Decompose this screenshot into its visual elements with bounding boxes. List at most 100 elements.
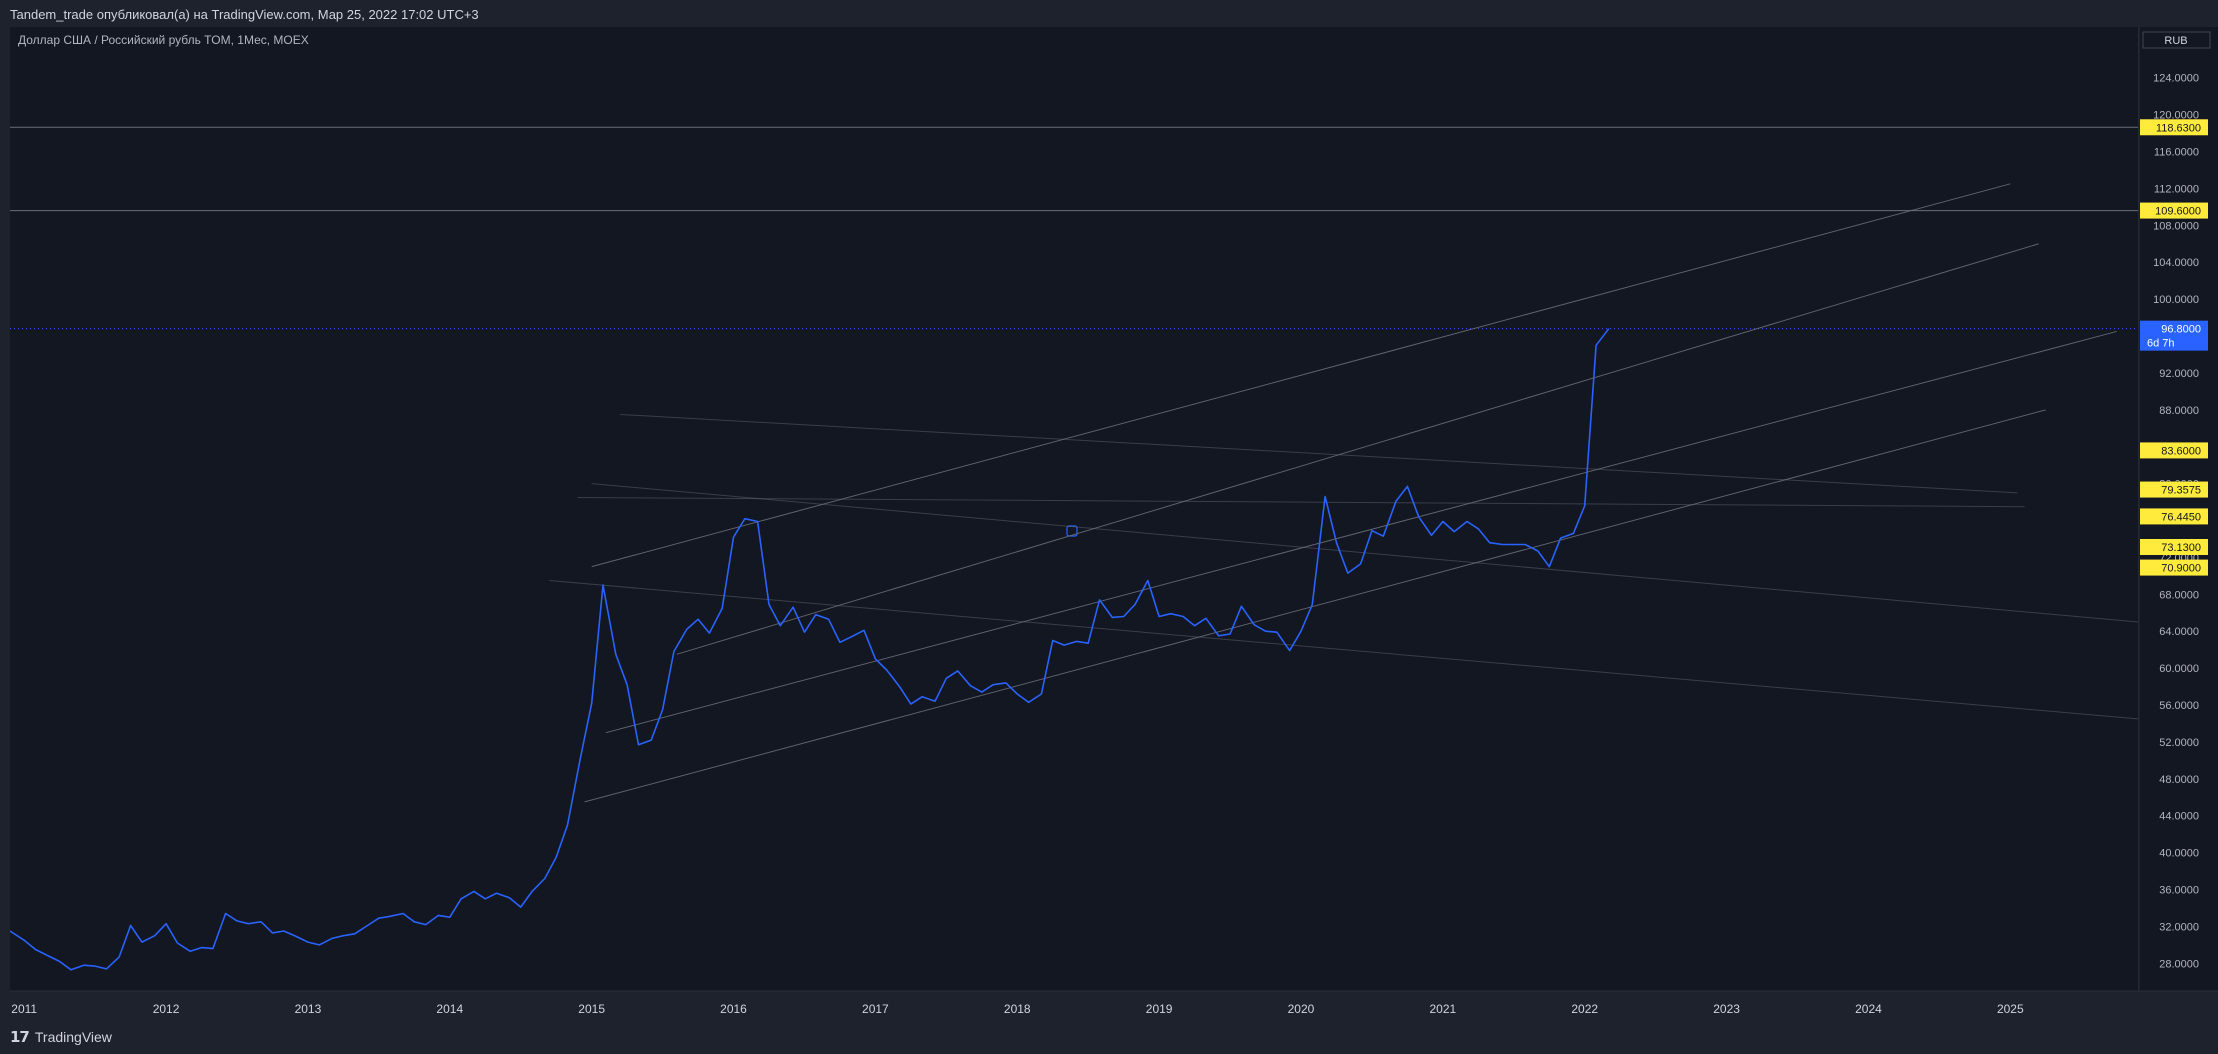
price-point	[1607, 327, 1610, 330]
price-point	[661, 708, 664, 711]
price-point	[566, 823, 569, 826]
price-point	[105, 967, 108, 970]
x-tick-label: 2012	[153, 1002, 180, 1016]
chart-container[interactable]: Доллар США / Российский рубль TOM, 1Мес,…	[9, 27, 2218, 1027]
y-tick-label: 32.0000	[2159, 921, 2199, 933]
tradingview-logo-icon: 𝟭𝟳	[10, 1029, 30, 1046]
price-point	[743, 517, 746, 520]
price-point	[1395, 500, 1398, 503]
price-point	[1453, 530, 1456, 533]
currency-button-label[interactable]: RUB	[2164, 35, 2187, 47]
price-point	[685, 628, 688, 631]
price-point	[1524, 543, 1527, 546]
price-point	[70, 968, 73, 971]
level-badge[interactable]: 73.1300	[2161, 542, 2201, 554]
price-point	[721, 607, 724, 610]
price-chart[interactable]: Доллар США / Российский рубль TOM, 1Мес,…	[9, 27, 2218, 1027]
price-point	[424, 923, 427, 926]
price-point	[1169, 612, 1172, 615]
price-point	[992, 683, 995, 686]
y-tick-label: 56.0000	[2159, 700, 2199, 712]
price-point	[306, 941, 309, 944]
price-point	[389, 915, 392, 918]
price-point	[437, 914, 440, 917]
horizontal-level-badge[interactable]: 109.6000	[2155, 206, 2201, 218]
price-point	[1335, 541, 1338, 544]
price-point	[792, 606, 795, 609]
price-point	[779, 624, 782, 627]
x-tick-label: 2022	[1571, 1002, 1598, 1016]
price-point	[295, 935, 298, 938]
price-point	[1146, 579, 1149, 582]
y-tick-label: 64.0000	[2159, 626, 2199, 638]
price-point	[47, 954, 50, 957]
x-tick-label: 2015	[578, 1002, 605, 1016]
price-point	[118, 955, 121, 958]
brand[interactable]: 𝟭𝟳 TradingView	[10, 1028, 112, 1046]
price-point	[401, 912, 404, 915]
price-point	[1382, 535, 1385, 538]
price-point	[555, 856, 558, 859]
x-tick-label: 2021	[1430, 1002, 1457, 1016]
y-tick-label: 124.0000	[2153, 73, 2199, 85]
price-point	[1477, 527, 1480, 530]
price-point	[1465, 520, 1468, 523]
level-badge[interactable]: 76.4450	[2161, 511, 2201, 523]
price-point	[342, 934, 345, 937]
price-point	[1111, 616, 1114, 619]
last-price-countdown[interactable]: 6d 7h	[2147, 338, 2175, 350]
price-point	[933, 700, 936, 703]
level-badge[interactable]: 70.9000	[2161, 563, 2201, 575]
price-point	[1572, 532, 1575, 535]
price-point	[1264, 630, 1267, 633]
level-badge[interactable]: 79.3575	[2161, 485, 2201, 497]
price-point	[708, 632, 711, 635]
price-point	[1204, 617, 1207, 620]
price-point	[94, 965, 97, 968]
price-point	[1087, 642, 1090, 645]
price-point	[282, 930, 285, 933]
price-point	[898, 685, 901, 688]
currency-button[interactable]: RUB	[2142, 31, 2211, 49]
price-point	[1583, 504, 1586, 507]
price-point	[637, 743, 640, 746]
price-point	[1430, 534, 1433, 537]
publisher-line: Tandem_trade опубликовал(а) на TradingVi…	[10, 7, 479, 22]
price-point	[448, 916, 451, 919]
level-badge[interactable]: 83.6000	[2161, 445, 2201, 457]
price-point	[1016, 692, 1019, 695]
brand-name: TradingView	[34, 1029, 112, 1045]
price-point	[1098, 598, 1101, 601]
plot-background	[10, 27, 2138, 991]
price-point	[260, 920, 263, 923]
price-point	[909, 703, 912, 706]
price-point	[224, 912, 227, 915]
price-point	[1193, 624, 1196, 627]
price-point	[827, 618, 830, 621]
price-point	[885, 668, 888, 671]
price-point	[814, 613, 817, 616]
price-point	[969, 684, 972, 687]
price-point	[1288, 649, 1291, 652]
price-point	[531, 890, 534, 893]
price-point	[58, 960, 61, 963]
price-point	[1370, 529, 1373, 532]
price-point	[1512, 543, 1515, 546]
price-point	[874, 657, 877, 660]
price-point	[1324, 495, 1327, 498]
x-tick-label: 2023	[1713, 1002, 1740, 1016]
last-price-label[interactable]: 96.8000	[2161, 324, 2201, 336]
horizontal-level-badge[interactable]: 118.6300	[2156, 122, 2201, 134]
x-tick-label: 2013	[295, 1002, 322, 1016]
price-point	[1406, 485, 1409, 488]
y-tick-label: 100.0000	[2153, 294, 2199, 306]
y-tick-label: 112.0000	[2154, 183, 2199, 195]
price-point	[1536, 549, 1539, 552]
symbol-title: Доллар США / Российский рубль TOM, 1Мес,…	[18, 33, 309, 47]
price-point	[140, 941, 143, 944]
price-point	[1158, 615, 1161, 618]
price-point	[697, 618, 700, 621]
x-tick-label: 2016	[720, 1002, 747, 1016]
price-point	[472, 890, 475, 893]
x-tick-label: 2014	[436, 1002, 463, 1016]
